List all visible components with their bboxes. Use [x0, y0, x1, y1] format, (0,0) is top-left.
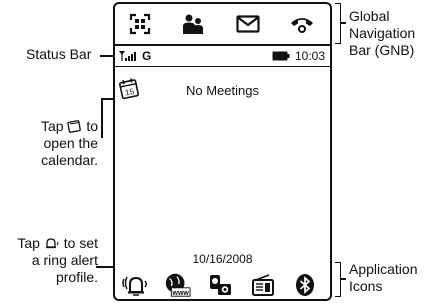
envelope-icon[interactable]	[233, 9, 263, 39]
apps-bracket	[335, 262, 341, 297]
battery-icon	[272, 51, 290, 61]
ring-alert-small-icon	[45, 238, 59, 249]
phone-screen: G 10:03 15 No Meetings 10/16/2008 www	[113, 2, 332, 301]
tap-calendar-leader-v	[101, 98, 103, 138]
grid-menu-icon[interactable]	[125, 9, 155, 39]
gnb-callout: Global Navigation Bar (GNB)	[349, 8, 416, 58]
bluetooth-icon[interactable]	[291, 272, 319, 298]
network-indicator: G	[142, 49, 152, 63]
phone-handset-icon[interactable]	[287, 9, 317, 39]
ring-alert-icon[interactable]	[121, 272, 149, 298]
radio-icon[interactable]	[249, 272, 277, 298]
web-browser-icon[interactable]: www	[163, 272, 191, 298]
status-bar-label: Status Bar	[26, 46, 92, 62]
application-icons-callout: Application Icons	[349, 261, 418, 294]
gnb-bracket	[335, 3, 341, 44]
global-navigation-bar	[115, 4, 330, 46]
signal-strength-icon	[119, 51, 136, 61]
tap-calendar-callout: Tap to open the calendar.	[40, 118, 98, 168]
tap-ring-callout: Tap to set a ring alert profile.	[17, 235, 98, 285]
date-display: 10/16/2008	[192, 252, 253, 266]
camera-icon[interactable]	[207, 272, 235, 298]
clock: 10:03	[295, 49, 326, 63]
www-label: www	[172, 290, 190, 297]
contacts-icon[interactable]	[178, 9, 208, 39]
calendar-small-icon	[67, 120, 82, 133]
gnb-bracket-tick	[340, 22, 346, 24]
status-bar: G 10:03	[115, 46, 330, 67]
apps-bracket-tick	[340, 278, 346, 280]
meetings-status: No Meetings	[186, 83, 259, 98]
status-bar-callout: Status Bar	[26, 46, 91, 63]
